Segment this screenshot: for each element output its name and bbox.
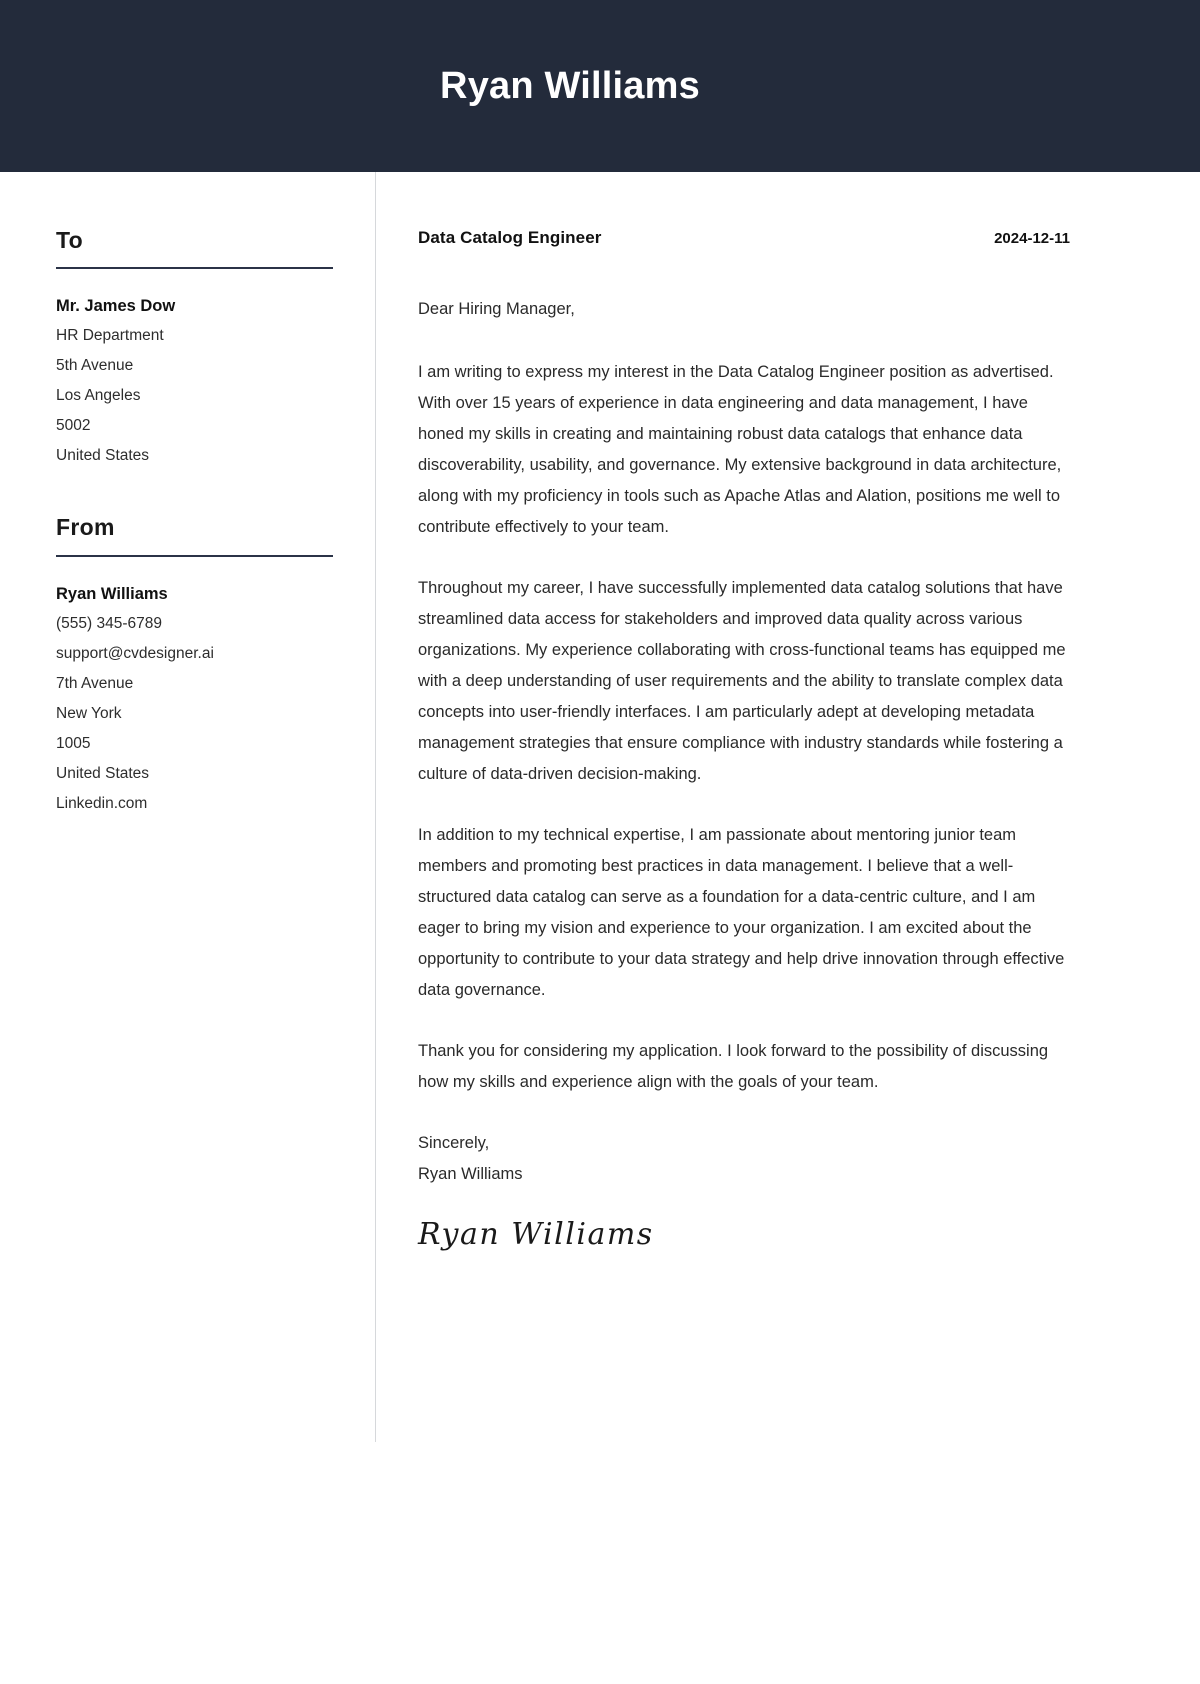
- to-rule: [56, 267, 333, 270]
- from-rule: [56, 554, 333, 557]
- sender-name: Ryan Williams: [56, 584, 168, 603]
- letter-paragraph-1: I am writing to express my interest in t…: [418, 363, 1062, 536]
- from-heading: From: [56, 514, 115, 541]
- recipient-department: HR Department: [56, 327, 164, 345]
- salutation: Dear Hiring Manager,: [418, 300, 575, 318]
- job-title: Data Catalog Engineer: [418, 228, 602, 247]
- cover-letter-page: Ryan Williams To Mr. James Dow HR Depart…: [0, 0, 1200, 1684]
- closing-word: Sincerely,: [418, 1134, 490, 1152]
- sender-address: Ryan Williams (555) 345-6789 support@cvd…: [56, 579, 333, 819]
- recipient-street: 5th Avenue: [56, 357, 134, 375]
- to-heading: To: [56, 227, 83, 253]
- letter-paragraph-4: Thank you for considering my application…: [418, 1042, 1049, 1091]
- closing-block: Sincerely, Ryan Williams: [418, 1128, 1070, 1190]
- from-section: From Ryan Williams (555) 345-6789 suppor…: [56, 514, 333, 819]
- letter-paragraph-3: In addition to my technical expertise, I…: [418, 826, 1065, 999]
- letter-paragraph-2: Throughout my career, I have successfull…: [418, 579, 1066, 783]
- recipient-name: Mr. James Dow: [56, 297, 176, 316]
- sender-street: 7th Avenue: [56, 674, 134, 692]
- letter-topline: Data Catalog Engineer 2024-12-11: [418, 228, 1070, 248]
- to-section: To Mr. James Dow HR Department 5th Avenu…: [56, 227, 333, 471]
- body-area: To Mr. James Dow HR Department 5th Avenu…: [0, 172, 1200, 1684]
- letter-date: 2024-12-11: [994, 230, 1070, 247]
- sender-phone: (555) 345-6789: [56, 614, 162, 632]
- address-sidebar: To Mr. James Dow HR Department 5th Avenu…: [0, 172, 375, 819]
- sender-country: United States: [56, 764, 150, 782]
- page-title: Ryan Williams: [440, 65, 700, 107]
- letter-body: Data Catalog Engineer 2024-12-11 Dear Hi…: [375, 172, 1200, 1251]
- recipient-address: Mr. James Dow HR Department 5th Avenue L…: [56, 291, 333, 471]
- sender-postal-code: 1005: [56, 734, 91, 752]
- sender-linkedin: Linkedin.com: [56, 794, 148, 812]
- sender-email: support@cvdesigner.ai: [56, 644, 214, 662]
- recipient-country: United States: [56, 447, 150, 465]
- recipient-city: Los Angeles: [56, 387, 141, 405]
- header-band: Ryan Williams: [0, 0, 1200, 172]
- signature-script: Ryan Williams: [418, 1217, 654, 1252]
- recipient-postal-code: 5002: [56, 417, 91, 435]
- closing-name: Ryan Williams: [418, 1165, 523, 1183]
- sender-city: New York: [56, 704, 122, 722]
